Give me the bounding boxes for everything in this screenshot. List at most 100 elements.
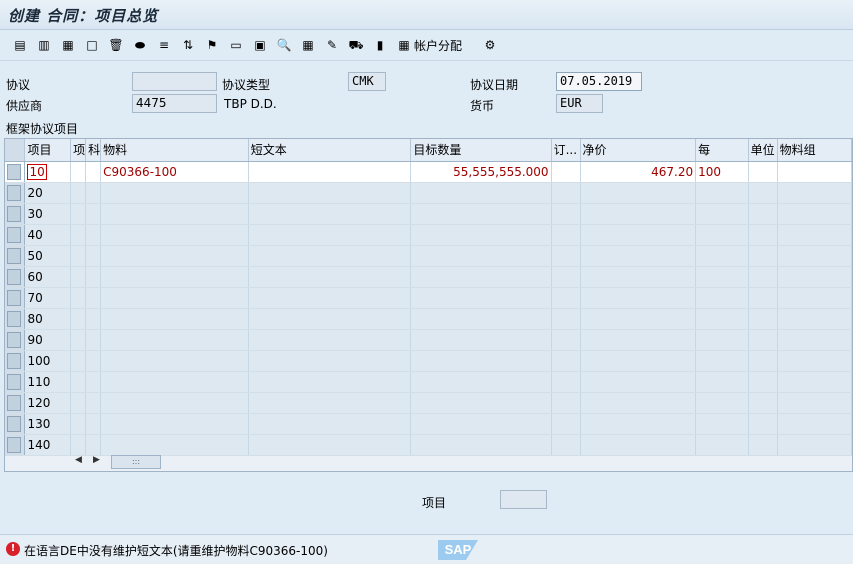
- table-row[interactable]: 140: [5, 434, 852, 456]
- account-category-cell[interactable]: [85, 266, 102, 288]
- material-cell[interactable]: [100, 434, 249, 456]
- per-cell[interactable]: [695, 392, 749, 414]
- target-quantity-cell[interactable]: [410, 245, 552, 267]
- target-quantity-cell[interactable]: [410, 287, 552, 309]
- account-category-cell[interactable]: [85, 329, 102, 351]
- column-header-item-category[interactable]: 项: [70, 139, 87, 162]
- account-category-cell[interactable]: [85, 161, 102, 183]
- column-header-net-price[interactable]: 净价: [580, 139, 697, 162]
- row-selector[interactable]: [5, 203, 26, 225]
- material-cell[interactable]: [100, 224, 249, 246]
- per-cell[interactable]: [695, 329, 749, 351]
- item-category-cell[interactable]: [70, 266, 87, 288]
- per-cell[interactable]: [695, 287, 749, 309]
- column-header-per[interactable]: 每: [695, 139, 749, 162]
- column-header-order-unit[interactable]: 订...: [551, 139, 581, 162]
- item-cell[interactable]: 20: [24, 182, 72, 204]
- unit-cell[interactable]: [748, 287, 778, 309]
- unit-cell[interactable]: [748, 161, 778, 183]
- unit-cell[interactable]: [748, 371, 778, 393]
- row-selector[interactable]: [5, 434, 26, 456]
- per-cell[interactable]: [695, 350, 749, 372]
- material-group-cell[interactable]: [777, 434, 852, 456]
- row-selector[interactable]: [5, 329, 26, 351]
- status-message[interactable]: 在语言DE中没有维护短文本(请重维护物料C90366-100): [24, 542, 328, 559]
- agreement-type-field[interactable]: CMK: [348, 72, 386, 91]
- short-text-cell[interactable]: [248, 308, 412, 330]
- per-cell[interactable]: [695, 413, 749, 435]
- account-assignment-icon[interactable]: ▦: [396, 37, 412, 53]
- account-category-cell[interactable]: [85, 203, 102, 225]
- delivery-icon[interactable]: ⛟: [348, 37, 364, 53]
- account-category-cell[interactable]: [85, 245, 102, 267]
- account-category-cell[interactable]: [85, 182, 102, 204]
- text-icon[interactable]: ≡: [156, 37, 172, 53]
- row-selector[interactable]: [5, 371, 26, 393]
- account-category-cell[interactable]: [85, 350, 102, 372]
- row-selector[interactable]: [5, 182, 26, 204]
- row-selector[interactable]: [5, 245, 26, 267]
- order-unit-cell[interactable]: [551, 329, 581, 351]
- order-unit-cell[interactable]: [551, 266, 581, 288]
- find-icon[interactable]: 🔍: [276, 37, 292, 53]
- net-price-cell[interactable]: [580, 371, 697, 393]
- per-cell[interactable]: [695, 182, 749, 204]
- net-price-cell[interactable]: [580, 203, 697, 225]
- order-unit-cell[interactable]: [551, 308, 581, 330]
- order-unit-cell[interactable]: [551, 161, 581, 183]
- account-category-cell[interactable]: [85, 308, 102, 330]
- material-cell[interactable]: [100, 350, 249, 372]
- row-selector[interactable]: [5, 308, 26, 330]
- net-price-cell[interactable]: [580, 434, 697, 456]
- unit-cell[interactable]: [748, 308, 778, 330]
- item-category-cell[interactable]: [70, 434, 87, 456]
- unit-cell[interactable]: [748, 329, 778, 351]
- net-price-cell[interactable]: [580, 350, 697, 372]
- material-group-cell[interactable]: [777, 413, 852, 435]
- row-selector[interactable]: [5, 161, 26, 183]
- order-unit-cell[interactable]: [551, 413, 581, 435]
- short-text-cell[interactable]: [248, 392, 412, 414]
- per-cell[interactable]: [695, 203, 749, 225]
- net-price-cell[interactable]: [580, 224, 697, 246]
- material-group-cell[interactable]: [777, 161, 852, 183]
- target-quantity-cell[interactable]: [410, 350, 552, 372]
- currency-field[interactable]: EUR: [556, 94, 603, 113]
- agreement-field[interactable]: [132, 72, 217, 91]
- material-group-cell[interactable]: [777, 245, 852, 267]
- table-row[interactable]: 70: [5, 287, 852, 309]
- column-header-item[interactable]: 项目: [24, 139, 72, 162]
- order-unit-cell[interactable]: [551, 371, 581, 393]
- material-cell[interactable]: [100, 245, 249, 267]
- order-unit-cell[interactable]: [551, 392, 581, 414]
- short-text-cell[interactable]: [248, 350, 412, 372]
- short-text-cell[interactable]: [248, 266, 412, 288]
- per-cell[interactable]: [695, 266, 749, 288]
- unit-cell[interactable]: [748, 392, 778, 414]
- item-detail-icon[interactable]: ▥: [36, 37, 52, 53]
- unit-cell[interactable]: [748, 182, 778, 204]
- item-entry-field[interactable]: [500, 490, 547, 509]
- material-cell[interactable]: [100, 371, 249, 393]
- row-selector[interactable]: [5, 287, 26, 309]
- item-category-cell[interactable]: [70, 224, 87, 246]
- net-price-cell[interactable]: 467.20: [580, 161, 697, 183]
- target-quantity-cell[interactable]: [410, 266, 552, 288]
- horizontal-scrollbar[interactable]: ◀ ▶ :::: [71, 455, 161, 469]
- unit-cell[interactable]: [748, 434, 778, 456]
- column-header-account-category[interactable]: 科: [85, 139, 102, 162]
- item-cell[interactable]: 140: [24, 434, 72, 456]
- target-quantity-cell[interactable]: [410, 434, 552, 456]
- item-cell[interactable]: 60: [24, 266, 72, 288]
- item-conditions-icon[interactable]: ▦: [60, 37, 76, 53]
- account-category-cell[interactable]: [85, 371, 102, 393]
- item-cell[interactable]: 80: [24, 308, 72, 330]
- per-cell[interactable]: [695, 371, 749, 393]
- net-price-cell[interactable]: [580, 413, 697, 435]
- unit-cell[interactable]: [748, 203, 778, 225]
- material-group-cell[interactable]: [777, 266, 852, 288]
- unit-cell[interactable]: [748, 413, 778, 435]
- order-unit-cell[interactable]: [551, 434, 581, 456]
- account-category-cell[interactable]: [85, 413, 102, 435]
- vendor-field[interactable]: 4475: [132, 94, 217, 113]
